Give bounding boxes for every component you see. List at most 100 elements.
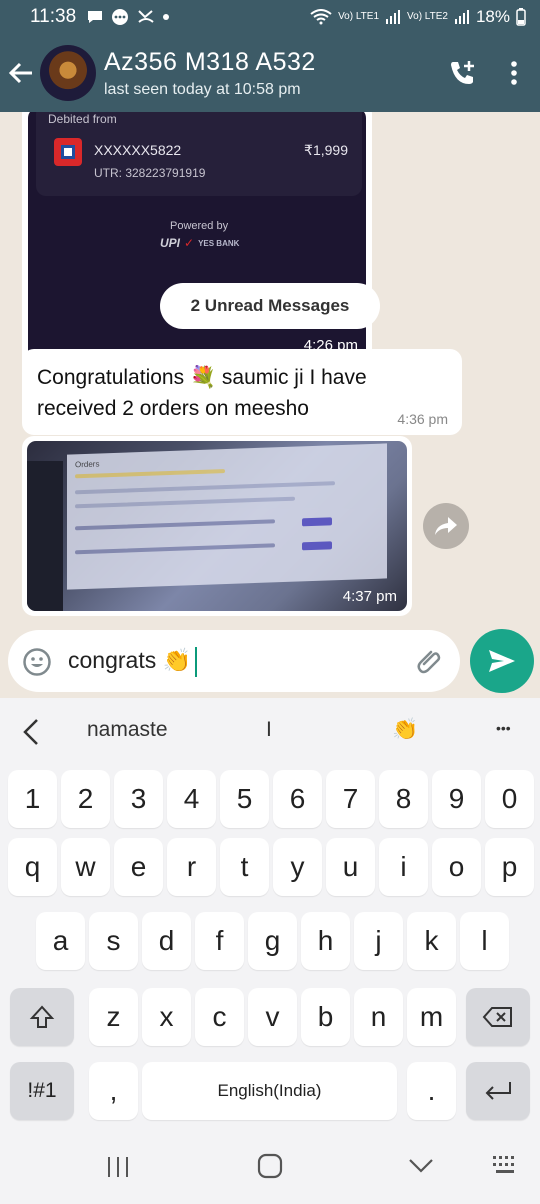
key[interactable]: w [61,838,110,896]
send-button[interactable] [470,629,534,693]
shift-key[interactable] [10,988,74,1046]
enter-key[interactable] [466,1062,530,1120]
avatar[interactable] [40,45,96,101]
key[interactable]: u [326,838,375,896]
status-time: 11:38 [30,6,77,27]
add-call-button[interactable] [436,58,488,88]
key[interactable]: 2 [61,770,110,828]
contact-name: Az356 M318 A532 [104,47,316,76]
key[interactable]: p [485,838,534,896]
key[interactable]: n [354,988,403,1046]
key[interactable]: e [114,838,163,896]
key[interactable]: 1 [8,770,57,828]
forward-button[interactable] [423,503,469,549]
comma-key[interactable]: , [89,1062,138,1120]
key[interactable]: c [195,988,244,1046]
shift-arrow-icon [29,1005,55,1028]
key[interactable]: m [407,988,456,1046]
suggestion-item[interactable]: 👏 [392,718,418,742]
key[interactable]: t [220,838,269,896]
key[interactable]: 6 [273,770,322,828]
attach-icon [417,650,441,674]
key[interactable]: 7 [326,770,375,828]
screen-sidebar [27,461,63,611]
utr-number: UTR: 328223791919 [94,166,206,180]
backspace-icon [482,1007,512,1027]
key[interactable]: k [407,912,456,970]
status-bar: 11:38 Vo) LTE1 Vo) LTE2 18% [0,0,540,34]
upi-text: UPI [160,236,181,250]
message-input[interactable]: congrats 👏 [8,630,460,692]
space-key[interactable]: English(India) [142,1062,397,1120]
key[interactable]: q [8,838,57,896]
key[interactable]: a [36,912,85,970]
backspace-key[interactable] [466,988,530,1046]
key[interactable]: y [273,838,322,896]
recent-apps-icon [108,1157,128,1177]
key[interactable]: v [248,988,297,1046]
key[interactable]: 0 [485,770,534,828]
last-seen: last seen today at 10:58 pm [104,80,301,98]
missed-call-icon [138,10,154,23]
debit-details: Debited from XXXXXX5822 ₹1,999 UTR: 3282… [36,112,362,196]
keyboard: namaste I 👏 ••• 1 2 3 4 5 6 7 8 9 0 q w … [0,698,540,1204]
chat-bubble-icon [88,11,103,23]
key[interactable]: x [142,988,191,1046]
wifi-icon [310,9,332,25]
key[interactable]: z [89,988,138,1046]
messages-icon [112,9,129,25]
key[interactable]: s [89,912,138,970]
payment-receipt-image[interactable]: Debited from XXXXXX5822 ₹1,999 UTR: 3282… [22,112,372,376]
screen-row [75,481,335,495]
key[interactable]: d [142,912,191,970]
chat-area[interactable]: Debited from XXXXXX5822 ₹1,999 UTR: 3282… [0,112,540,698]
notification-icons [86,7,170,27]
chevron-left-icon [23,719,38,745]
key[interactable]: g [248,912,297,970]
send-icon [489,650,515,672]
symbols-key[interactable]: !#1 [10,1062,74,1120]
key[interactable]: j [354,912,403,970]
contact-info[interactable]: Az356 M318 A532 last seen today at 10:58… [104,48,436,99]
message-input-text[interactable]: congrats 👏 [68,647,198,677]
message-time: 4:37 pm [342,588,397,605]
key[interactable]: 3 [114,770,163,828]
bank-logo-icon [54,138,82,166]
key[interactable]: i [379,838,428,896]
back-button[interactable] [2,61,40,85]
key[interactable]: 5 [220,770,269,828]
key[interactable]: h [301,912,350,970]
battery-percent: 18% [475,7,510,26]
screen-row [75,519,275,531]
input-value: congrats 👏 [68,647,192,674]
more-vertical-icon [511,61,517,85]
arrow-left-icon [8,62,32,84]
message-text: Congratulations 💐 saumic ji I have recei… [37,362,407,424]
incoming-message[interactable]: Congratulations 💐 saumic ji I have recei… [22,349,462,435]
key[interactable]: b [301,988,350,1046]
signal-icon [454,10,469,24]
incoming-image-message[interactable]: Orders 4:37 pm [22,436,412,616]
message-time: 4:36 pm [397,411,448,427]
screen-row [75,543,275,555]
key[interactable]: l [460,912,509,970]
period-key[interactable]: . [407,1062,456,1120]
suggestion-item[interactable]: I [266,718,272,742]
battery-icon [516,8,526,26]
suggestion-item[interactable]: namaste [87,718,168,742]
more-suggestions-button[interactable]: ••• [496,720,511,736]
key[interactable]: 4 [167,770,216,828]
key[interactable]: r [167,838,216,896]
key[interactable]: 8 [379,770,428,828]
system-indicators: Vo) LTE1 Vo) LTE2 18% [310,7,526,27]
sim2-label: Vo) LTE2 [407,11,448,22]
sim1-label: Vo) LTE1 [338,11,380,22]
more-options-button[interactable] [488,60,540,86]
yes-bank-mark-icon: ✓ [184,236,195,250]
key[interactable]: o [432,838,481,896]
key[interactable]: 9 [432,770,481,828]
screen-row [75,496,295,509]
message-text-part: Congratulations [37,366,190,389]
emoji-icon [23,648,51,676]
key[interactable]: f [195,912,244,970]
